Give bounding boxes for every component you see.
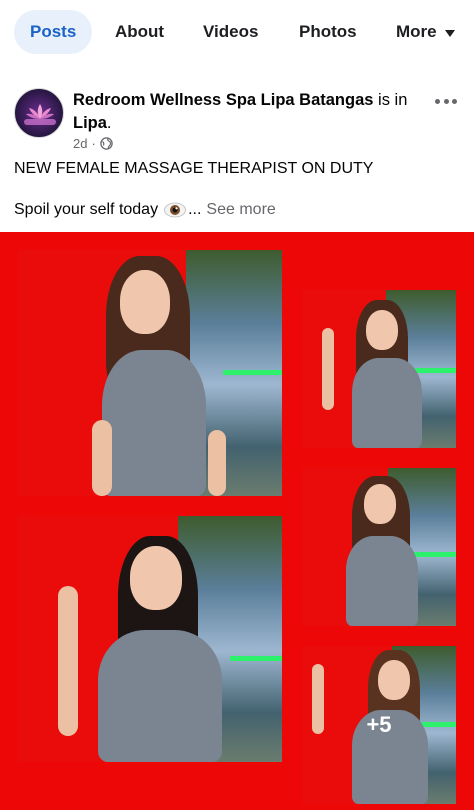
post-text-ellipsis: ... — [188, 201, 202, 218]
post-text-line2: Spoil your self today ... See more — [14, 201, 276, 219]
meta-separator: · — [91, 136, 96, 151]
tab-photos-label: Photos — [299, 22, 357, 41]
therapist-figure — [322, 298, 432, 448]
post-text-line1: NEW FEMALE MASSAGE THERAPIST ON DUTY — [14, 160, 374, 177]
globe-icon — [100, 137, 113, 150]
tab-about-label: About — [115, 22, 165, 41]
location-link[interactable]: Lipa — [73, 114, 107, 132]
profile-tabs: Posts About Videos Photos More — [0, 0, 474, 64]
tab-about[interactable]: About — [115, 10, 164, 54]
therapist-figure — [328, 474, 438, 626]
neon-light — [230, 656, 282, 661]
tab-videos-label: Videos — [203, 22, 259, 41]
tab-more-label: More — [396, 22, 437, 41]
more-options-icon[interactable] — [435, 99, 461, 104]
photo-1[interactable] — [18, 250, 282, 496]
page-name-link[interactable]: Redroom Wellness Spa Lipa Batangas — [73, 91, 373, 109]
photo-2[interactable] — [302, 290, 456, 448]
therapist-figure — [88, 250, 228, 496]
post-time[interactable]: 2d — [73, 136, 87, 151]
photo-3[interactable] — [18, 516, 282, 762]
photo-collage: +5 — [0, 232, 474, 810]
page-avatar[interactable] — [14, 88, 64, 138]
more-photos-count[interactable]: +5 — [302, 646, 456, 804]
post-text-line2-main: Spoil your self today — [14, 201, 159, 218]
see-more-link[interactable]: See more — [206, 201, 275, 219]
neon-light — [223, 370, 282, 375]
therapist-figure — [58, 536, 228, 762]
photo-5-more[interactable]: +5 — [302, 646, 456, 804]
post-meta: 2d · — [73, 136, 113, 151]
photo-4[interactable] — [302, 468, 456, 626]
tab-photos[interactable]: Photos — [299, 10, 357, 54]
post-header-text: Redroom Wellness Spa Lipa Batangas is in… — [73, 89, 423, 135]
tab-more[interactable]: More — [396, 10, 455, 54]
tab-posts[interactable]: Posts — [14, 10, 93, 54]
tab-posts-label: Posts — [30, 22, 77, 41]
caret-down-icon — [444, 29, 455, 37]
eye-emoji-icon — [164, 202, 186, 218]
tab-videos[interactable]: Videos — [203, 10, 258, 54]
action-text: is in — [373, 91, 408, 109]
location-suffix: . — [106, 114, 112, 132]
logo-script — [24, 119, 56, 125]
